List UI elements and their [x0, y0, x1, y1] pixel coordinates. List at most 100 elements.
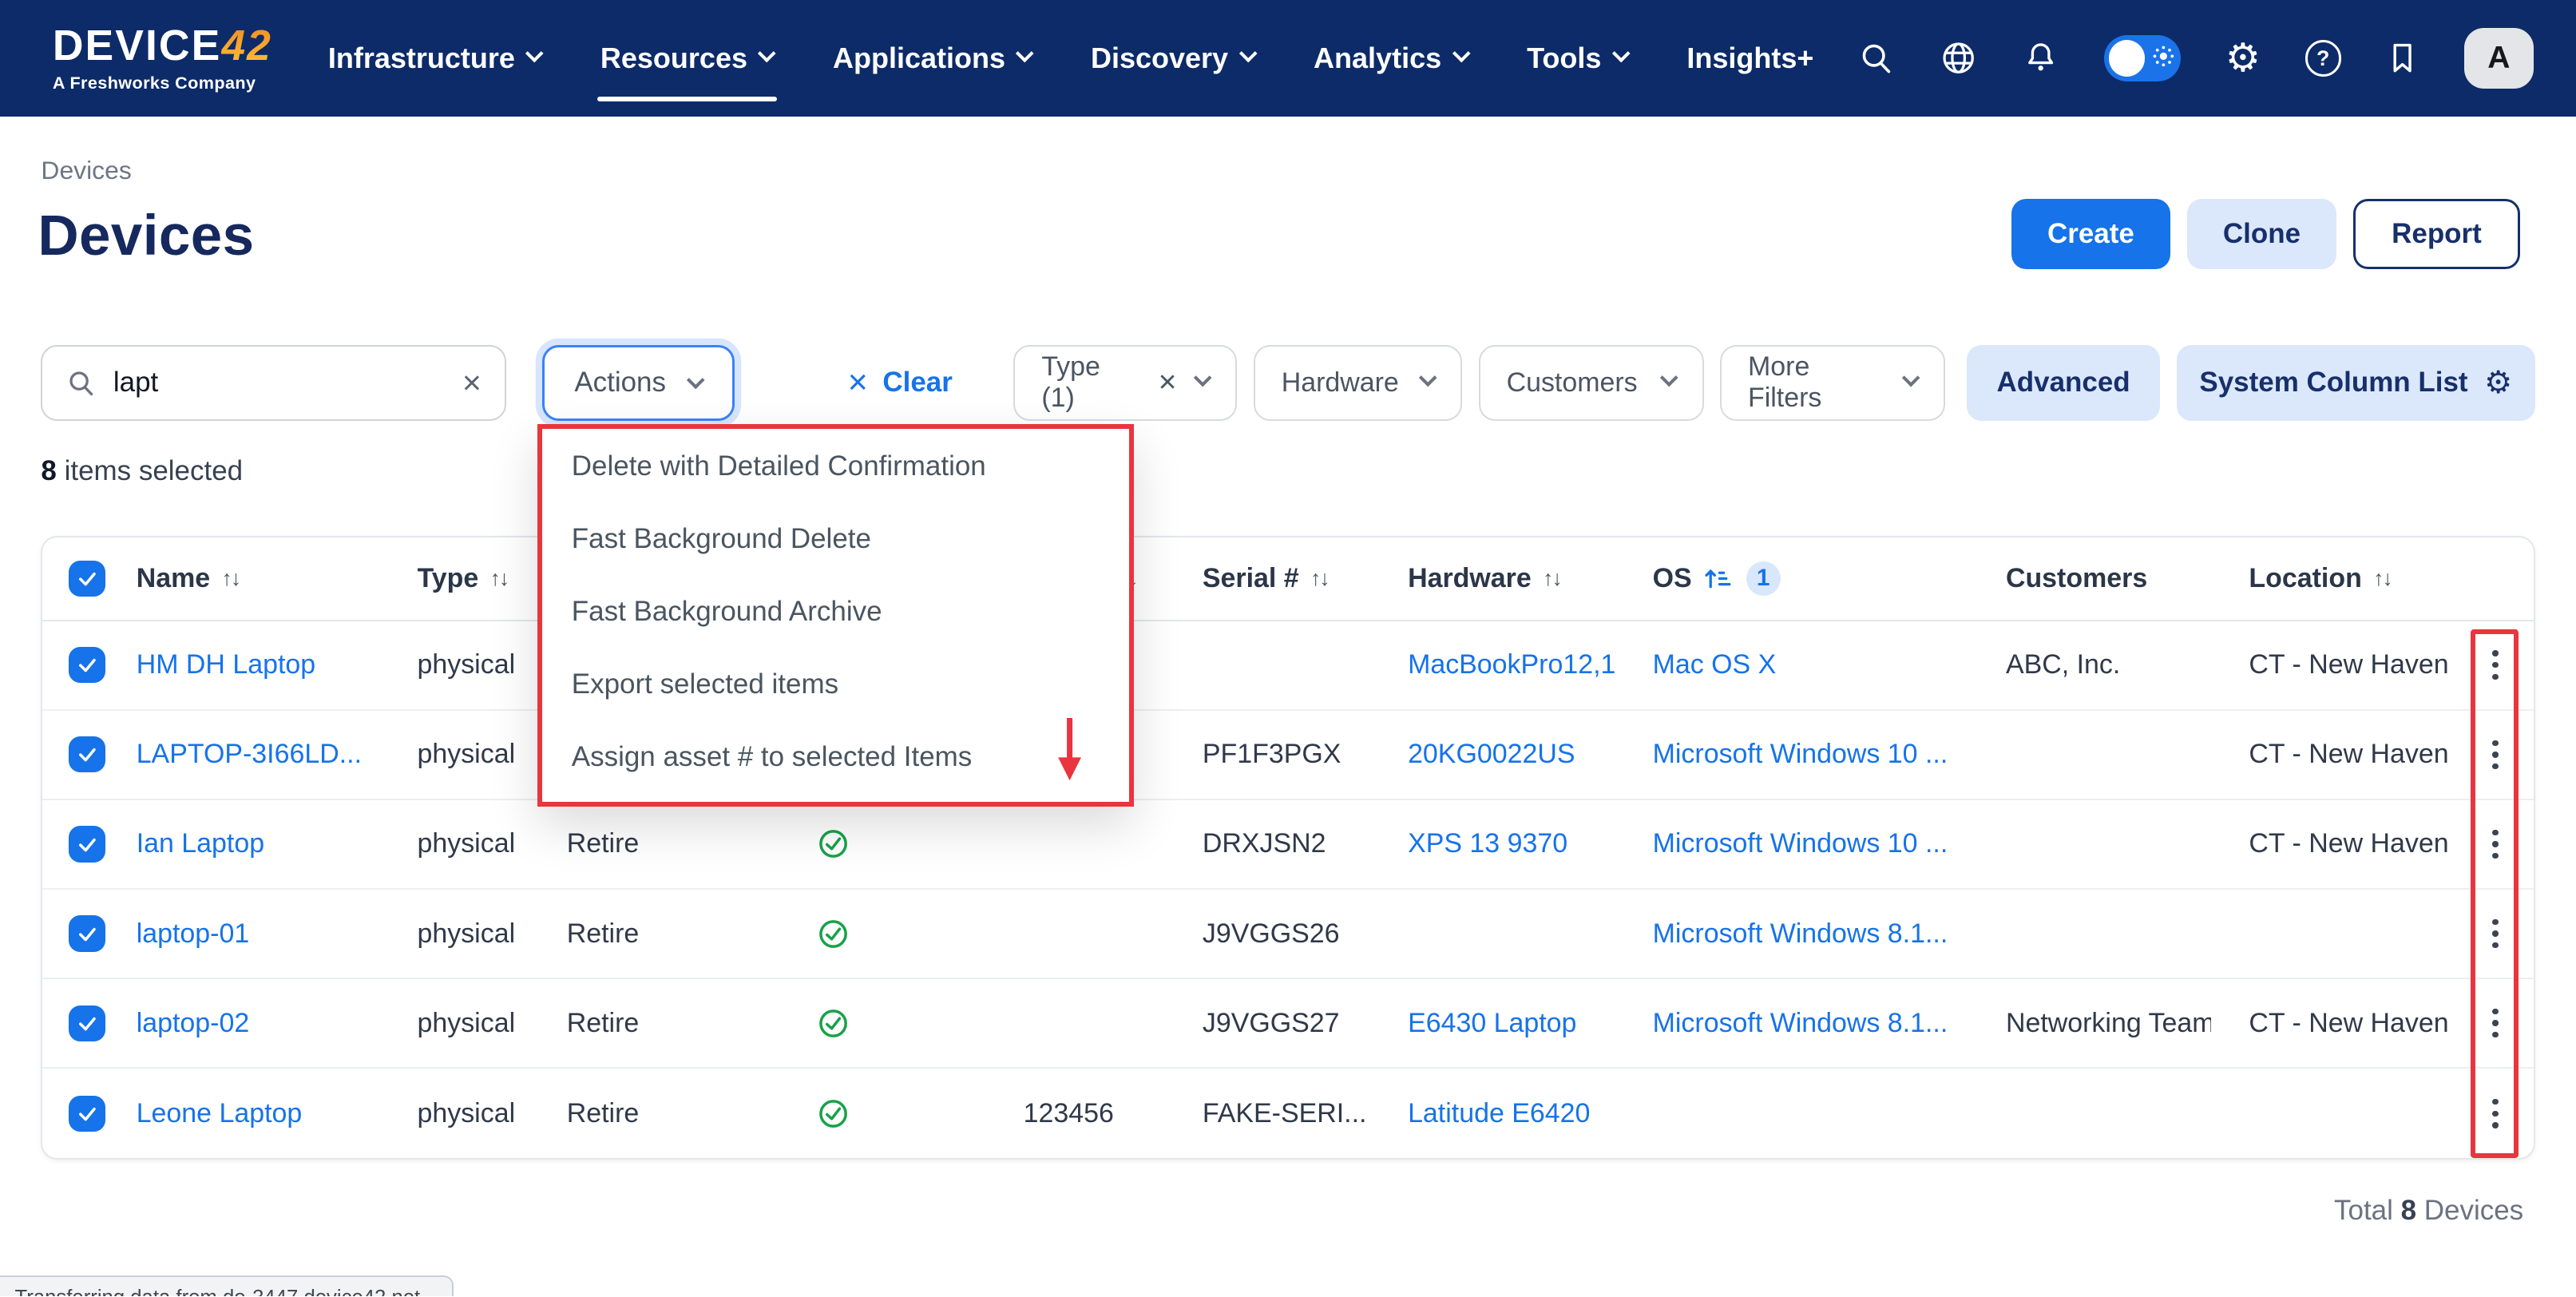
actions-menu-item[interactable]: Export selected items	[542, 648, 1129, 721]
filter-label: Hardware	[1282, 367, 1399, 399]
clone-button[interactable]: Clone	[2187, 199, 2337, 269]
column-header[interactable]: Serial # ↑↓	[1165, 563, 1370, 594]
globe-icon[interactable]	[1940, 39, 1977, 77]
row-checkbox[interactable]	[69, 736, 105, 772]
clear-selection-link[interactable]: × Clear	[848, 345, 953, 421]
user-avatar[interactable]: A	[2464, 28, 2533, 89]
system-column-list-button[interactable]: System Column List ⚙	[2177, 345, 2535, 421]
bookmark-icon[interactable]	[2385, 40, 2419, 76]
help-glyph: ?	[2305, 40, 2341, 76]
nav-item[interactable]: Applications	[833, 32, 1032, 85]
search-icon[interactable]	[1857, 39, 1895, 77]
device-name-link[interactable]: HM DH Laptop	[137, 649, 315, 680]
breadcrumb[interactable]: Devices	[41, 156, 131, 185]
row-select-cell	[42, 826, 136, 862]
location: CT - New Haven	[2211, 649, 2454, 680]
page-title: Devices	[38, 204, 254, 268]
hardware-link[interactable]: 20KG0022US	[1408, 739, 1575, 770]
column-label: Serial #	[1203, 563, 1299, 594]
row-select-cell	[42, 736, 136, 772]
filter-label: Type (1)	[1041, 351, 1139, 414]
sort-icon[interactable]: ↑↓	[490, 566, 509, 591]
retire-action[interactable]: Retire	[567, 1098, 812, 1129]
nav-item-label: Tools	[1527, 42, 1601, 75]
sort-icon[interactable]: ↑↓	[2373, 566, 2392, 591]
column-header[interactable]: Location ↑↓	[2211, 563, 2454, 594]
row-checkbox[interactable]	[69, 1096, 105, 1132]
actions-label: Actions	[574, 367, 666, 399]
nav-item[interactable]: Analytics	[1314, 32, 1468, 85]
os-link[interactable]: Microsoft Windows 10 ...	[1653, 828, 1948, 859]
device42-logo[interactable]: DEVICE42 A Freshworks Company	[53, 25, 272, 91]
filter-more-filters[interactable]: More Filters	[1720, 345, 1945, 421]
column-header[interactable]: Hardware ↑↓	[1370, 563, 1615, 594]
row-select-cell	[42, 1096, 136, 1132]
advanced-button[interactable]: Advanced	[1967, 345, 2161, 421]
os-link[interactable]: Mac OS X	[1653, 649, 1777, 680]
filter-hardware[interactable]: Hardware	[1254, 345, 1462, 421]
os-link[interactable]: Microsoft Windows 10 ...	[1653, 739, 1948, 770]
actions-menu-item[interactable]: Fast Background Archive	[542, 576, 1129, 648]
nav-item[interactable]: Resources	[600, 32, 774, 85]
annotation-red-rectangle	[2471, 629, 2519, 1158]
in-service-cell	[811, 918, 1023, 950]
settings-gear-icon[interactable]: ⚙	[2225, 40, 2261, 76]
os-link[interactable]: Microsoft Windows 8.1...	[1653, 918, 1948, 950]
toggle-knob	[2109, 40, 2145, 76]
top-icon-group: ⚙ ? A	[1857, 28, 2534, 89]
actions-dropdown-button[interactable]: Actions	[542, 345, 735, 421]
devices-page: DEVICE42 A Freshworks Company Infrastruc…	[0, 0, 2576, 1296]
actions-menu-item[interactable]: Delete with Detailed Confirmation	[542, 430, 1129, 503]
retire-action[interactable]: Retire	[567, 1008, 812, 1039]
help-icon[interactable]: ?	[2305, 40, 2341, 76]
selection-summary: 8 items selected	[41, 455, 243, 487]
search-input[interactable]	[113, 367, 446, 399]
sort-ascending-icon[interactable]	[1705, 566, 1731, 591]
os-link[interactable]: Microsoft Windows 8.1...	[1653, 1008, 1948, 1039]
row-checkbox[interactable]	[69, 915, 105, 951]
row-checkbox[interactable]	[69, 826, 105, 862]
remove-filter-icon[interactable]: ×	[1159, 365, 1177, 400]
device-name-link[interactable]: Ian Laptop	[137, 828, 264, 859]
hardware-link[interactable]: XPS 13 9370	[1408, 828, 1567, 859]
row-checkbox[interactable]	[69, 1005, 105, 1041]
actions-menu-item[interactable]: Fast Background Delete	[542, 503, 1129, 576]
customers: Networking Team	[1968, 1008, 2211, 1039]
actions-menu-item[interactable]: Assign asset # to selected Items	[542, 721, 1129, 794]
device-name-link[interactable]: LAPTOP-3I66LD...	[137, 739, 362, 770]
retire-action[interactable]: Retire	[567, 828, 812, 859]
sort-icon[interactable]: ↑↓	[1543, 566, 1561, 591]
status-text: Transferring data from do-3447.device42.…	[15, 1287, 438, 1297]
report-button[interactable]: Report	[2353, 199, 2520, 269]
row-checkbox[interactable]	[69, 647, 105, 683]
theme-toggle[interactable]	[2104, 35, 2182, 81]
retire-action[interactable]: Retire	[567, 918, 812, 950]
device-name-link[interactable]: Leone Laptop	[137, 1098, 303, 1129]
sort-icon[interactable]: ↑↓	[222, 566, 240, 591]
nav-item[interactable]: Infrastructure	[328, 32, 541, 85]
nav-item-label: Applications	[833, 42, 1005, 75]
column-header[interactable]: Customers	[1968, 563, 2211, 594]
column-header[interactable]: Name ↑↓	[137, 563, 418, 594]
notifications-bell-icon[interactable]	[2022, 39, 2059, 77]
sun-icon	[2153, 46, 2174, 67]
device-name-link[interactable]: laptop-01	[137, 918, 250, 950]
sort-icon[interactable]: ↑↓	[1310, 566, 1329, 591]
nav-item[interactable]: Tools	[1527, 32, 1627, 85]
hardware-link[interactable]: MacBookPro12,1	[1408, 649, 1615, 680]
hardware-link[interactable]: E6430 Laptop	[1408, 1008, 1576, 1039]
filter-customers[interactable]: Customers	[1479, 345, 1704, 421]
nav-item[interactable]: Discovery	[1091, 32, 1254, 85]
select-all-checkbox[interactable]	[69, 561, 105, 597]
create-button[interactable]: Create	[2011, 199, 2170, 269]
selection-count: 8	[41, 455, 56, 486]
table-row: Leone Laptop physical Retire 123456 FAKE…	[42, 1069, 2533, 1158]
search-clear-icon[interactable]: ×	[462, 364, 482, 402]
location: CT - New Haven	[2211, 1008, 2454, 1039]
device-name-link[interactable]: laptop-02	[137, 1008, 250, 1039]
hardware-link[interactable]: Latitude E6420	[1408, 1098, 1590, 1129]
filter-type[interactable]: Type (1) ×	[1013, 345, 1237, 421]
table-row: laptop-02 physical Retire J9VGGS27 E6430…	[42, 979, 2533, 1069]
column-header[interactable]: OS 1	[1615, 561, 1968, 596]
nav-item[interactable]: Insights+	[1686, 32, 1813, 85]
